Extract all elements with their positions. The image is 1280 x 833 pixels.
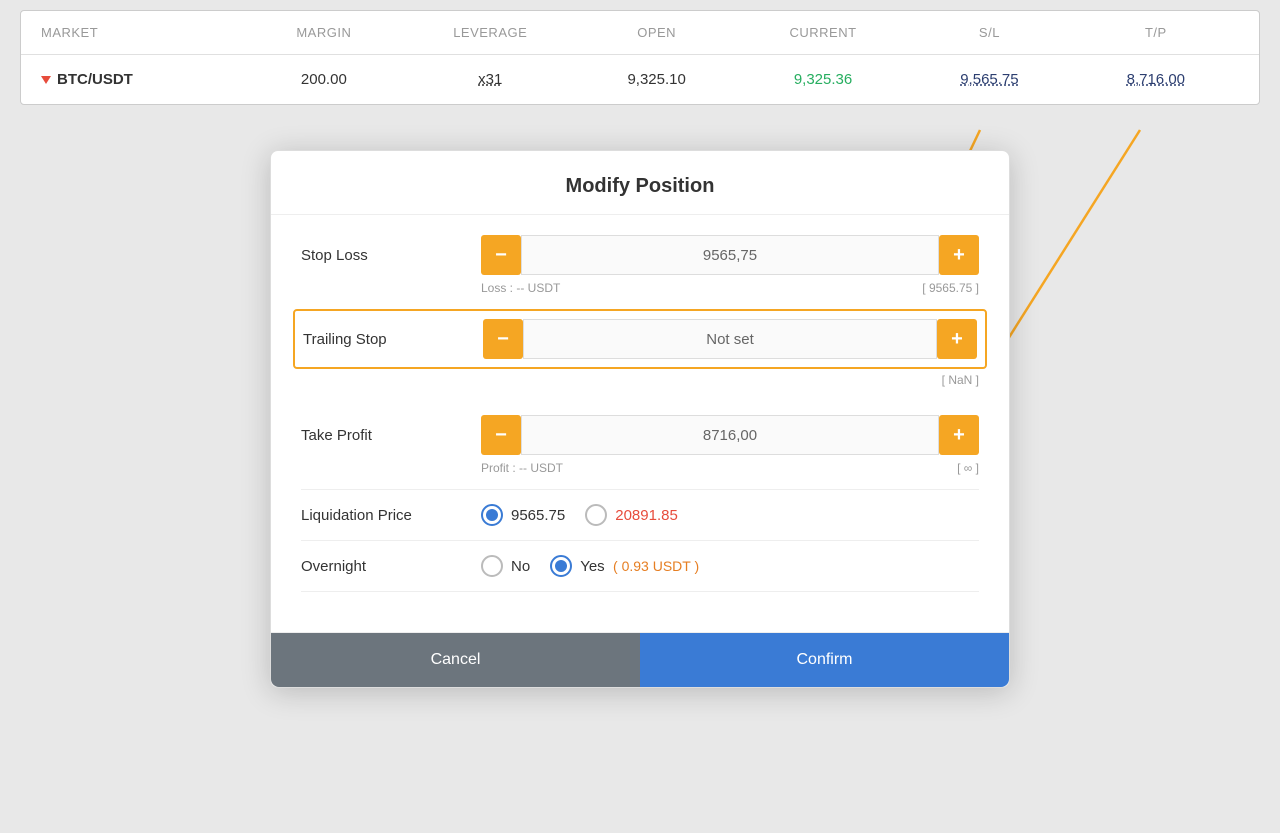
cell-market: BTC/USDT (41, 71, 241, 88)
overnight-yes-label: Yes ( 0.93 USDT ) (580, 558, 699, 575)
cell-current: 9,325.36 (740, 71, 906, 88)
liquidation-value-1: 9565.75 (511, 507, 565, 524)
liquidation-option-2[interactable]: 20891.85 (585, 504, 678, 526)
trailing-stop-decrement-button[interactable]: − (483, 319, 523, 359)
cancel-button[interactable]: Cancel (271, 633, 640, 687)
overnight-label: Overnight (301, 558, 481, 575)
cell-leverage: x31 (407, 71, 573, 88)
stop-loss-bracket: [ 9565.75 ] (922, 281, 979, 295)
cell-open: 9,325.10 (573, 71, 739, 88)
confirm-button[interactable]: Confirm (640, 633, 1009, 687)
liquidation-value-2: 20891.85 (615, 507, 678, 524)
overnight-row: Overnight No Yes ( 0.93 USDT ) (301, 555, 979, 577)
stop-loss-label: Stop Loss (301, 247, 481, 264)
overnight-radio-group: No Yes ( 0.93 USDT ) (481, 555, 699, 577)
col-market: MARKET (41, 25, 241, 40)
trailing-stop-label: Trailing Stop (303, 331, 483, 348)
stop-loss-input-group: − + (481, 235, 979, 275)
overnight-cost: ( 0.93 USDT ) (613, 558, 699, 574)
table-header: MARKET MARGIN LEVERAGE OPEN CURRENT S/L … (21, 11, 1259, 55)
take-profit-bracket: [ ∞ ] (957, 461, 979, 475)
stop-loss-row: Stop Loss − + (301, 235, 979, 275)
direction-down-icon (41, 76, 51, 84)
stop-loss-pnl: Loss : -- USDT (481, 281, 560, 295)
trailing-stop-input[interactable] (523, 319, 937, 359)
overnight-radio-yes[interactable] (550, 555, 572, 577)
take-profit-row: Take Profit − + (301, 415, 979, 455)
stop-loss-sublabel: Loss : -- USDT [ 9565.75 ] (481, 281, 979, 295)
overnight-option-yes[interactable]: Yes ( 0.93 USDT ) (550, 555, 699, 577)
stop-loss-increment-button[interactable]: + (939, 235, 979, 275)
overnight-option-no[interactable]: No (481, 555, 530, 577)
take-profit-input[interactable] (521, 415, 939, 455)
modify-position-modal: Modify Position Stop Loss − + Loss : -- … (270, 150, 1010, 688)
col-open: OPEN (573, 25, 739, 40)
overnight-no-label: No (511, 558, 530, 575)
col-margin: MARGIN (241, 25, 407, 40)
take-profit-sublabel: Profit : -- USDT [ ∞ ] (481, 461, 979, 475)
take-profit-increment-button[interactable]: + (939, 415, 979, 455)
trailing-stop-sublabel: [ NaN ] (942, 373, 979, 387)
liquidation-option-1[interactable]: 9565.75 (481, 504, 565, 526)
col-leverage: LEVERAGE (407, 25, 573, 40)
liquidation-radio-1[interactable] (481, 504, 503, 526)
modal-title: Modify Position (271, 151, 1009, 215)
stop-loss-input[interactable] (521, 235, 939, 275)
take-profit-input-group: − + (481, 415, 979, 455)
trailing-stop-input-group: − + (483, 319, 977, 359)
col-current: CURRENT (740, 25, 906, 40)
cell-tp: 8,716.00 (1073, 71, 1239, 88)
cell-sl: 9,565.75 (906, 71, 1072, 88)
overnight-radio-no[interactable] (481, 555, 503, 577)
divider-2 (301, 540, 979, 541)
col-sl: S/L (906, 25, 1072, 40)
modal-footer: Cancel Confirm (271, 632, 1009, 687)
table-row: BTC/USDT 200.00 x31 9,325.10 9,325.36 9,… (21, 55, 1259, 104)
liquidation-price-row: Liquidation Price 9565.75 20891.85 (301, 504, 979, 526)
cell-margin: 200.00 (241, 71, 407, 88)
modal-body: Stop Loss − + Loss : -- USDT [ 9565.75 ]… (271, 215, 1009, 622)
liquidation-radio-2[interactable] (585, 504, 607, 526)
trailing-stop-increment-button[interactable]: + (937, 319, 977, 359)
divider-1 (301, 489, 979, 490)
col-tp: T/P (1073, 25, 1239, 40)
divider-3 (301, 591, 979, 592)
take-profit-label: Take Profit (301, 427, 481, 444)
take-profit-decrement-button[interactable]: − (481, 415, 521, 455)
stop-loss-decrement-button[interactable]: − (481, 235, 521, 275)
trailing-stop-row: Trailing Stop − + (293, 309, 987, 369)
take-profit-pnl: Profit : -- USDT (481, 461, 563, 475)
positions-table: MARKET MARGIN LEVERAGE OPEN CURRENT S/L … (20, 10, 1260, 105)
liquidation-label: Liquidation Price (301, 507, 481, 524)
liquidation-radio-group: 9565.75 20891.85 (481, 504, 678, 526)
